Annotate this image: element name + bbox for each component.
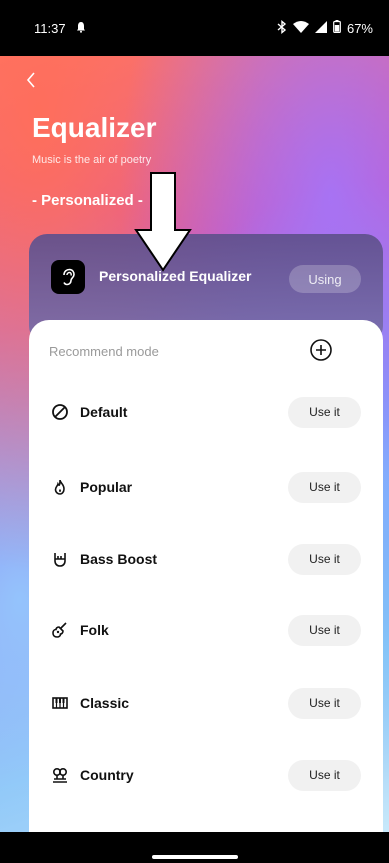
battery-level: 67% [346,20,373,36]
status-bar: 11:37 67% [0,0,389,56]
mode-label: Folk [80,622,109,638]
slash-circle-icon [49,401,71,423]
use-it-button[interactable]: Use it [288,687,361,719]
home-indicator[interactable] [152,855,238,859]
bluetooth-icon [277,19,287,37]
list-item-folk[interactable]: Folk Use it [29,610,383,650]
guitar-icon [49,619,71,641]
page-subtitle: Music is the air of poetry [32,154,152,166]
recommend-mode-label: Recommend mode [49,344,159,359]
down-arrow-icon [134,172,192,272]
mode-label: Default [80,404,128,420]
mode-label: Classic [80,695,130,711]
battery-icon [333,20,341,36]
notification-bell-icon [76,21,86,36]
navigation-bar [0,832,389,863]
mode-label: Bass Boost [80,551,158,567]
mode-label: Popular [80,479,133,495]
back-button[interactable] [26,70,36,92]
page-title: Equalizer [32,112,157,143]
use-it-button[interactable]: Use it [288,543,361,575]
current-mode-label: - Personalized - [32,192,143,209]
use-it-button[interactable]: Use it [288,396,361,428]
ear-icon [51,260,85,294]
mode-label: Country [80,767,134,783]
list-item-country[interactable]: Country Use it [29,755,383,795]
add-mode-button[interactable] [309,338,333,362]
list-item-bass-boost[interactable]: Bass Boost Use it [29,539,383,579]
flame-icon [49,476,71,498]
rock-hand-icon [49,548,71,570]
status-time: 11:37 [34,20,66,36]
chevron-left-icon [26,72,35,88]
use-it-button[interactable]: Use it [288,614,361,646]
piano-icon [49,692,71,714]
use-it-button[interactable]: Use it [288,471,361,503]
cell-signal-icon [314,20,327,36]
using-button[interactable]: Using [289,265,361,293]
list-item-popular[interactable]: Popular Use it [29,467,383,507]
wifi-icon [292,20,309,36]
list-item-default[interactable]: Default Use it [29,392,383,432]
country-icon [49,764,71,786]
recommend-panel: Recommend mode Default Use it Popular Us… [29,320,383,832]
plus-circle-icon [310,339,332,361]
list-item-classic[interactable]: Classic Use it [29,683,383,723]
use-it-button[interactable]: Use it [288,759,361,791]
